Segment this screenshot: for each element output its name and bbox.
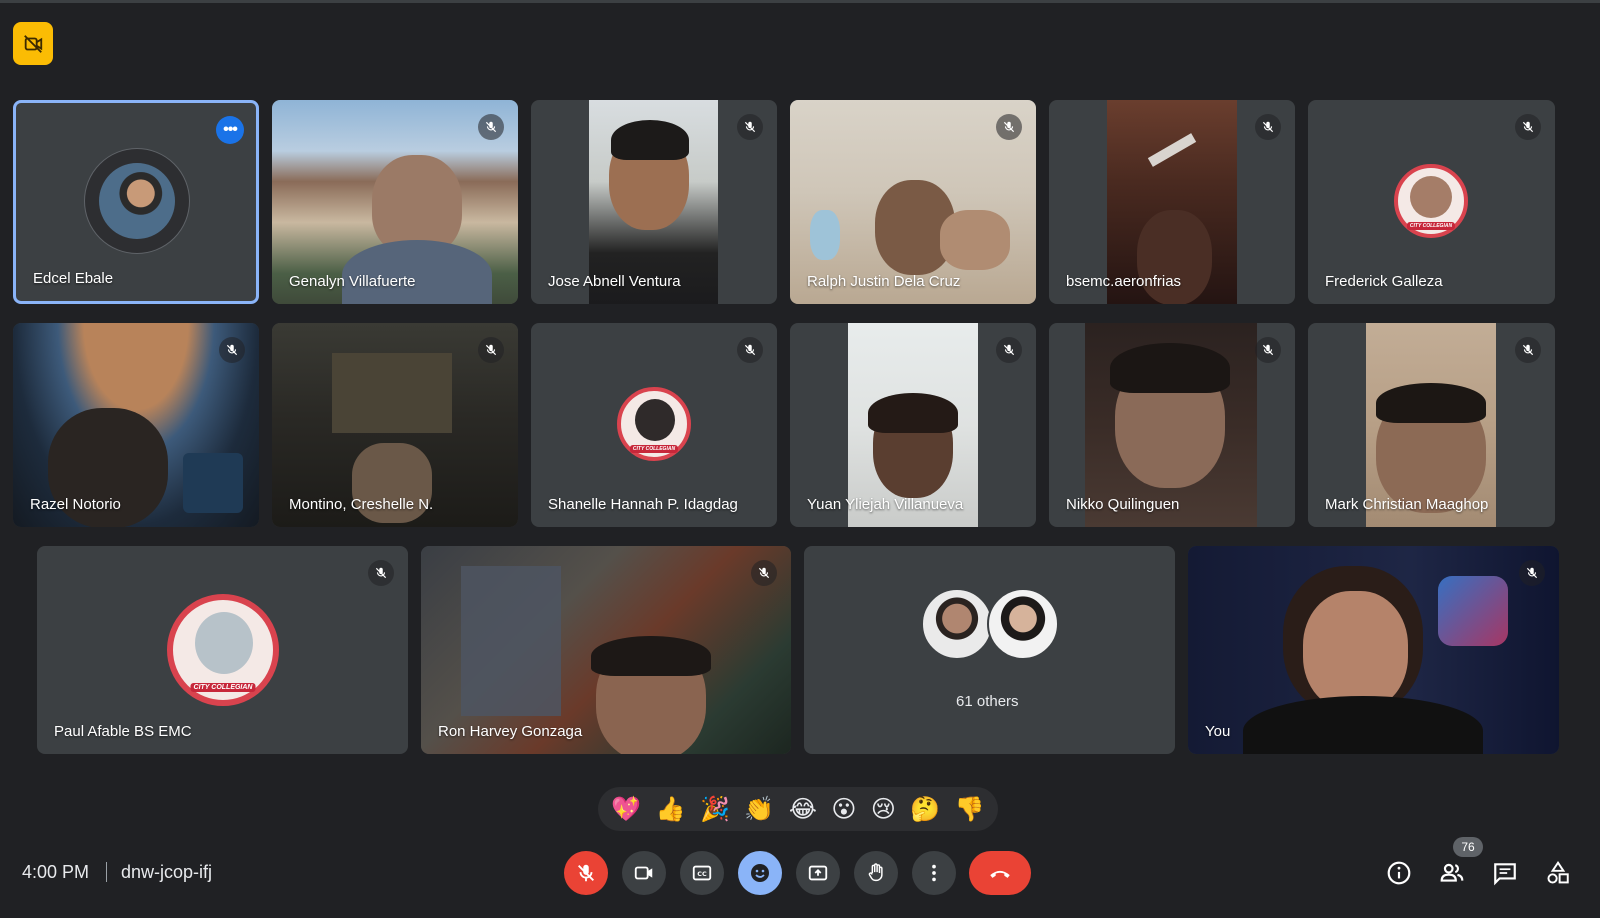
avatar [84, 148, 190, 254]
video-camera-icon [634, 866, 653, 880]
svg-text:CC: CC [697, 870, 707, 878]
reaction-sad[interactable]: 😢 [871, 797, 896, 821]
mic-off-icon [578, 864, 594, 882]
participant-count-badge: 76 [1453, 837, 1483, 857]
divider [106, 862, 107, 882]
participant-name: Ron Harvey Gonzaga [438, 723, 583, 740]
participant-name: Mark Christian Maaghop [1325, 496, 1489, 513]
participant-tile-you[interactable]: You [1188, 546, 1559, 754]
closed-captions-icon: CC [692, 865, 712, 881]
muted-mic-icon [1515, 114, 1541, 140]
meeting-details-button[interactable] [1386, 860, 1412, 886]
participant-name: Montino, Creshelle N. [289, 496, 434, 513]
participant-tile-montino[interactable]: Montino, Creshelle N. [272, 323, 518, 527]
participant-tile-mark[interactable]: Mark Christian Maaghop [1308, 323, 1555, 527]
participant-tile-shanelle[interactable]: CITY COLLEGIAN Shanelle Hannah P. Idagda… [531, 323, 777, 527]
others-tile[interactable]: 61 others [804, 546, 1175, 754]
participant-tile-yuan[interactable]: Yuan Yliejah Villanueva [790, 323, 1036, 527]
avatar [921, 588, 993, 660]
participant-name: You [1205, 723, 1231, 740]
reaction-party[interactable]: 🎉 [700, 797, 730, 821]
raise-hand-button[interactable] [854, 851, 898, 895]
participant-tile-ralph[interactable]: Ralph Justin Dela Cruz [790, 100, 1036, 304]
meeting-time: 4:00 PM [22, 862, 90, 882]
reaction-surprised[interactable]: 😮 [831, 797, 856, 821]
participant-name: Paul Afable BS EMC [54, 723, 192, 740]
more-vert-icon [932, 864, 936, 882]
reaction-thinking[interactable]: 🤔 [910, 797, 940, 821]
chat-icon [1494, 863, 1516, 886]
emoji-icon [751, 864, 769, 882]
reaction-clap[interactable]: 👏 [744, 797, 774, 821]
muted-mic-icon [1519, 560, 1545, 586]
muted-mic-icon [1515, 337, 1541, 363]
participant-name: Genalyn Villafuerte [289, 273, 416, 290]
muted-mic-icon [751, 560, 777, 586]
participant-tile-paul[interactable]: CITY COLLEGIAN Paul Afable BS EMC [37, 546, 408, 754]
camera-blocked-indicator[interactable] [13, 22, 53, 65]
participant-tile-genalyn[interactable]: Genalyn Villafuerte [272, 100, 518, 304]
reaction-heart[interactable]: 💖 [611, 797, 641, 821]
people-icon [1440, 863, 1464, 882]
participant-tile-ron[interactable]: Ron Harvey Gonzaga [421, 546, 791, 754]
present-screen-button[interactable] [796, 851, 840, 895]
video-off-icon [24, 34, 43, 53]
meeting-code: dnw-jcop-ifj [121, 862, 213, 882]
reaction-laugh[interactable]: 😂 [789, 797, 817, 821]
participant-name: Jose Abnell Ventura [548, 273, 681, 290]
info-icon [1387, 861, 1411, 885]
muted-mic-icon [368, 560, 394, 586]
avatar: CITY COLLEGIAN [1394, 164, 1468, 238]
muted-mic-icon [478, 337, 504, 363]
participant-name: Frederick Galleza [1325, 273, 1443, 290]
muted-mic-icon [737, 337, 763, 363]
avatar [987, 588, 1059, 660]
reactions-button[interactable] [738, 851, 782, 895]
others-count: 61 others [956, 693, 1019, 710]
participant-tile-nikko[interactable]: Nikko Quilinguen [1049, 323, 1295, 527]
reaction-thumbs-up[interactable]: 👍 [656, 797, 686, 821]
people-button[interactable] [1439, 860, 1465, 886]
leave-call-button[interactable] [969, 851, 1031, 895]
participant-tile-razel[interactable]: Razel Notorio [13, 323, 259, 527]
muted-mic-icon [478, 114, 504, 140]
reactions-bar: 💖 👍 🎉 👏 😂 😮 😢 🤔 👎 [598, 787, 998, 831]
participant-name: Ralph Justin Dela Cruz [807, 273, 961, 290]
muted-mic-icon [1255, 337, 1281, 363]
avatar: CITY COLLEGIAN [617, 387, 691, 461]
participant-name: Shanelle Hannah P. Idagdag [548, 496, 738, 513]
participant-name: Yuan Yliejah Villanueva [807, 496, 964, 513]
mic-toggle-button[interactable] [564, 851, 608, 895]
top-divider [0, 0, 1600, 3]
reaction-thumbs-down[interactable]: 👎 [955, 797, 985, 821]
participant-tile-edcel[interactable]: ••• Edcel Ebale [13, 100, 259, 304]
shapes-icon [1547, 860, 1569, 884]
activities-button[interactable] [1545, 860, 1571, 886]
participant-name: Edcel Ebale [33, 270, 114, 287]
present-icon [808, 865, 828, 881]
muted-mic-icon [737, 114, 763, 140]
muted-mic-icon [996, 114, 1022, 140]
hangup-icon [990, 870, 1010, 878]
more-options-button[interactable]: ••• [216, 116, 244, 144]
muted-mic-icon [1255, 114, 1281, 140]
camera-toggle-button[interactable] [622, 851, 666, 895]
chat-button[interactable] [1492, 860, 1518, 886]
participant-name: Nikko Quilinguen [1066, 496, 1180, 513]
participant-tile-bsemc[interactable]: bsemc.aeronfrias [1049, 100, 1295, 304]
participant-tile-jose[interactable]: Jose Abnell Ventura [531, 100, 777, 304]
participant-tile-frederick[interactable]: CITY COLLEGIAN Frederick Galleza [1308, 100, 1555, 304]
avatar: CITY COLLEGIAN [167, 594, 279, 706]
video-feed [1188, 546, 1559, 754]
muted-mic-icon [996, 337, 1022, 363]
participant-name: bsemc.aeronfrias [1066, 273, 1182, 290]
more-options-button[interactable] [912, 851, 956, 895]
participant-name: Razel Notorio [30, 496, 121, 513]
muted-mic-icon [219, 337, 245, 363]
captions-button[interactable]: CC [680, 851, 724, 895]
hand-icon [868, 863, 883, 882]
